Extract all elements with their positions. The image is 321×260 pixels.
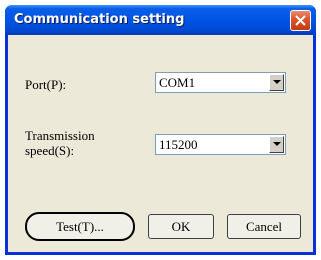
chevron-down-icon bbox=[273, 142, 281, 146]
port-value: COM1 bbox=[159, 75, 196, 90]
dialog-body: Port(P): COM1 Transmission speed(S): 115… bbox=[8, 35, 313, 252]
speed-select[interactable]: 115200 bbox=[155, 134, 286, 155]
port-dropdown-button[interactable] bbox=[269, 74, 284, 91]
speed-dropdown-button[interactable] bbox=[269, 136, 284, 153]
speed-value: 115200 bbox=[159, 137, 198, 152]
test-button[interactable]: Test(T)... bbox=[25, 212, 135, 241]
title-bar[interactable]: Communication setting bbox=[5, 5, 316, 35]
speed-label-line1: Transmission bbox=[25, 128, 95, 143]
window-title: Communication setting bbox=[14, 12, 185, 27]
ok-button[interactable]: OK bbox=[148, 214, 214, 239]
close-icon bbox=[295, 15, 306, 26]
dialog-window: Communication setting Port(P): COM1 Tran… bbox=[5, 5, 316, 255]
close-button[interactable] bbox=[290, 10, 311, 31]
chevron-down-icon bbox=[273, 80, 281, 84]
port-select[interactable]: COM1 bbox=[155, 72, 286, 93]
speed-label-line2: speed(S): bbox=[25, 143, 75, 158]
cancel-button[interactable]: Cancel bbox=[227, 214, 301, 239]
port-label: Port(P): bbox=[25, 77, 67, 92]
